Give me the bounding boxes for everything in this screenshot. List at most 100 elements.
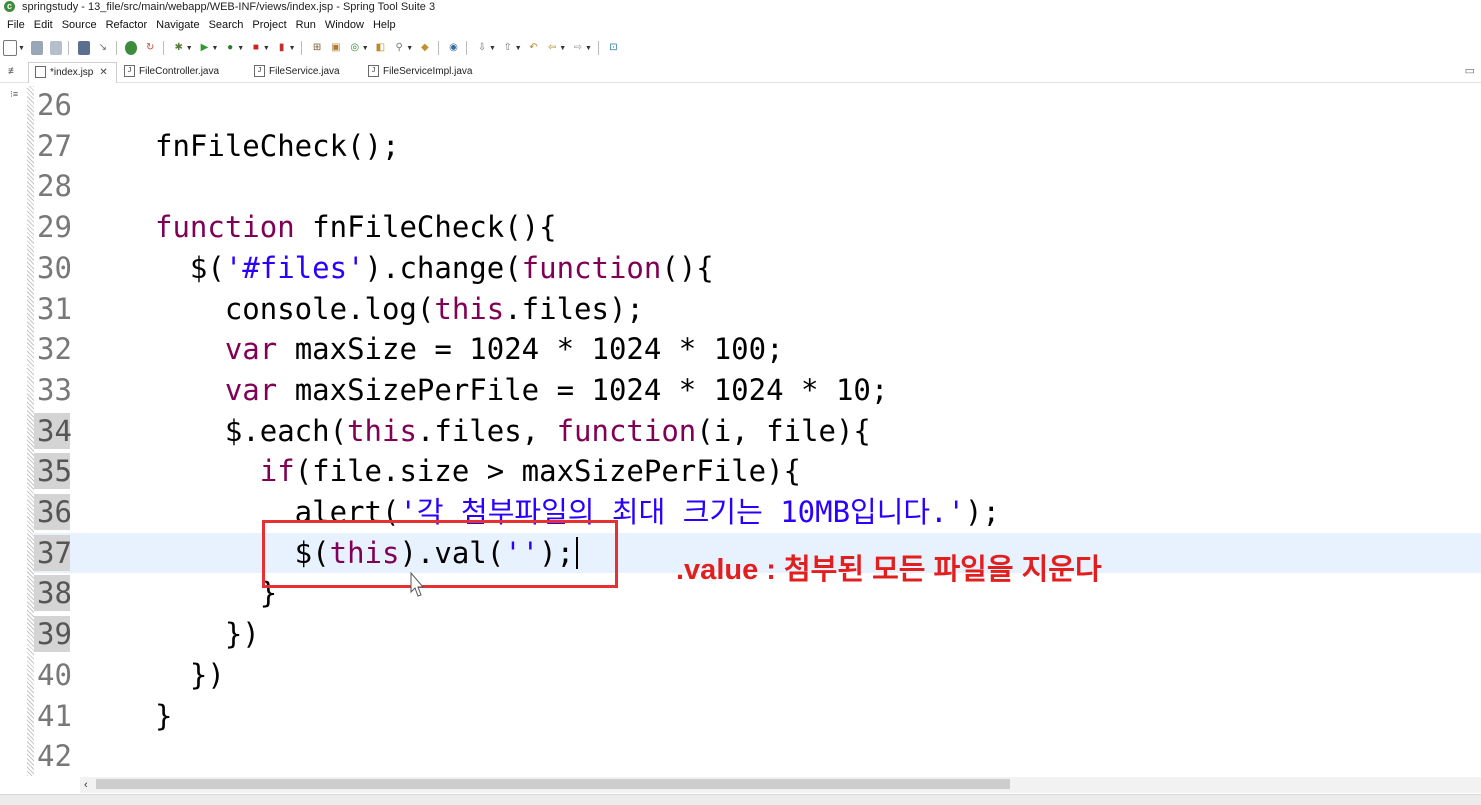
dropdown-arrow-icon[interactable]: ▼ <box>585 45 592 52</box>
next-annotation-icon[interactable]: ⇩ <box>476 41 488 55</box>
scroll-left-icon[interactable]: ‹ <box>84 777 88 793</box>
keyword-token: var <box>224 372 278 407</box>
menu-source[interactable]: Source <box>62 16 97 34</box>
forward-icon[interactable]: ⇨ <box>572 41 584 55</box>
code-token: (){ <box>661 250 714 285</box>
dropdown-arrow-icon[interactable]: ▼ <box>362 45 369 52</box>
code-line[interactable]: 40 }) <box>34 655 1481 695</box>
package-icon[interactable]: ▣ <box>330 41 342 55</box>
tab-fileserviceimpl-java[interactable]: J FileServiceImpl.java <box>362 62 480 82</box>
line-number: 42 <box>37 739 72 774</box>
keyword-token: this <box>347 413 417 448</box>
line-number: 32 <box>37 332 72 367</box>
line-number: 35 <box>37 454 72 489</box>
toolbar-separator <box>437 41 439 55</box>
pin-editor-icon[interactable]: ⊡ <box>607 41 619 55</box>
code-line[interactable]: 36 alert('각 첨부파일의 최대 크기는 10MB입니다.'); <box>34 492 1481 532</box>
new-class-icon[interactable]: ◎ <box>349 41 361 55</box>
code-line[interactable]: 33 var maxSizePerFile = 1024 * 1024 * 10… <box>34 370 1481 410</box>
tab-index-jsp[interactable]: *index.jsp ✕ <box>28 62 117 83</box>
menu-file[interactable]: File <box>7 16 25 34</box>
server-icon[interactable]: ▮ <box>276 41 288 55</box>
dropdown-arrow-icon[interactable]: ▼ <box>489 45 496 52</box>
stop-icon[interactable]: ■ <box>250 41 262 55</box>
dropdown-arrow-icon[interactable]: ▼ <box>515 45 522 52</box>
line-number: 28 <box>37 169 72 204</box>
close-icon[interactable]: ✕ <box>99 67 107 78</box>
dropdown-arrow-icon[interactable]: ▼ <box>406 45 413 52</box>
dropdown-arrow-icon[interactable]: ▼ <box>263 45 270 52</box>
menu-bar: File Edit Source Refactor Navigate Search Proj… <box>0 16 1481 34</box>
code-text: $.each(this.files, function(i, file){ <box>155 411 871 451</box>
menu-navigate[interactable]: Navigate <box>156 16 199 34</box>
spring-boot-icon[interactable] <box>125 41 138 55</box>
code-line[interactable]: 27 fnFileCheck(); <box>34 126 1481 166</box>
menu-window[interactable]: Window <box>325 16 364 34</box>
code-line[interactable]: 42 <box>34 736 1481 776</box>
code-line[interactable]: 41} <box>34 696 1481 736</box>
dropdown-arrow-icon[interactable]: ▼ <box>289 45 296 52</box>
save-all-icon[interactable] <box>49 41 62 55</box>
save-icon[interactable] <box>30 41 43 55</box>
code-line[interactable]: 29 function fnFileCheck(){ <box>34 207 1481 247</box>
dropdown-arrow-icon[interactable]: ▼ <box>211 45 218 52</box>
new-project-icon[interactable]: ⊞ <box>311 41 323 55</box>
menu-search[interactable]: Search <box>209 16 244 34</box>
dropdown-arrow-icon[interactable]: ▼ <box>18 45 25 52</box>
open-task-icon[interactable]: ◆ <box>419 41 431 55</box>
menu-help[interactable]: Help <box>373 16 396 34</box>
line-number: 41 <box>37 698 72 733</box>
menu-refactor[interactable]: Refactor <box>106 16 148 34</box>
code-token: } <box>155 576 278 611</box>
code-token: .files); <box>504 291 644 326</box>
dropdown-arrow-icon[interactable]: ▼ <box>237 45 244 52</box>
menu-edit[interactable]: Edit <box>34 16 53 34</box>
minimize-icon[interactable]: ▭ <box>1465 64 1475 77</box>
code-line[interactable]: 34 $.each(this.files, function(i, file){ <box>34 411 1481 451</box>
scrollbar-thumb[interactable] <box>96 779 1010 789</box>
spring-refresh-icon[interactable]: ↻ <box>144 41 156 55</box>
search-icon[interactable]: ⚲ <box>393 41 405 55</box>
code-editor[interactable]: 26 27 fnFileCheck(); 28 29 function fnFileChe… <box>34 83 1481 777</box>
menu-project[interactable]: Project <box>252 16 286 34</box>
code-line[interactable]: 30 $('#files').change(function(){ <box>34 248 1481 288</box>
code-line[interactable]: 35 if(file.size > maxSizePerFile){ <box>34 451 1481 491</box>
tab-filecontroller-java[interactable]: J FileController.java <box>118 62 227 82</box>
code-line[interactable]: 26 <box>34 85 1481 125</box>
new-file-icon[interactable] <box>3 40 17 56</box>
code-text: fnFileCheck(); <box>155 126 399 166</box>
code-line[interactable]: 32 var maxSize = 1024 * 1024 * 100; <box>34 329 1481 369</box>
code-line[interactable]: 39 }) <box>34 614 1481 654</box>
code-token: $.each( <box>155 413 348 448</box>
run-icon[interactable]: ▶ <box>198 41 210 55</box>
horizontal-scrollbar[interactable]: ‹ <box>80 777 1481 793</box>
code-line[interactable]: 31 console.log(this.files); <box>34 289 1481 329</box>
back-icon[interactable]: ⇦ <box>546 41 558 55</box>
code-text: var maxSizePerFile = 1024 * 1024 * 10; <box>155 370 888 410</box>
code-line[interactable]: 28 <box>34 166 1481 206</box>
dropdown-arrow-icon[interactable]: ▼ <box>559 45 566 52</box>
code-token: maxSizePerFile = 1024 * 1024 * 10; <box>277 372 889 407</box>
code-token: }) <box>155 617 260 652</box>
window-title: springstudy - 13_file/src/main/webapp/WE… <box>22 1 436 13</box>
menu-run[interactable]: Run <box>296 16 316 34</box>
debug-icon[interactable]: ✱ <box>173 41 185 55</box>
console-icon[interactable] <box>78 41 91 55</box>
tab-fileservice-java[interactable]: J FileService.java <box>248 62 348 82</box>
toolbar-separator <box>162 41 164 55</box>
line-number: 36 <box>37 495 72 529</box>
keyword-token: if <box>259 454 295 489</box>
code-token: fnFileCheck(); <box>155 128 400 163</box>
code-token: } <box>155 698 173 733</box>
previous-annotation-icon[interactable]: ⇧ <box>502 41 514 55</box>
last-edit-icon[interactable]: ↶ <box>527 41 539 55</box>
external-tools-icon[interactable]: ● <box>224 41 236 55</box>
skip-breakpoints-icon[interactable]: ↘ <box>97 41 109 55</box>
open-type-icon[interactable]: ◧ <box>374 41 386 55</box>
keyword-token: function <box>521 250 662 285</box>
dropdown-arrow-icon[interactable]: ▼ <box>186 45 193 52</box>
web-browser-icon[interactable]: ◉ <box>447 41 459 55</box>
code-text: }) <box>155 614 260 654</box>
code-token: }) <box>155 657 225 692</box>
toolbar-separator <box>597 41 599 55</box>
